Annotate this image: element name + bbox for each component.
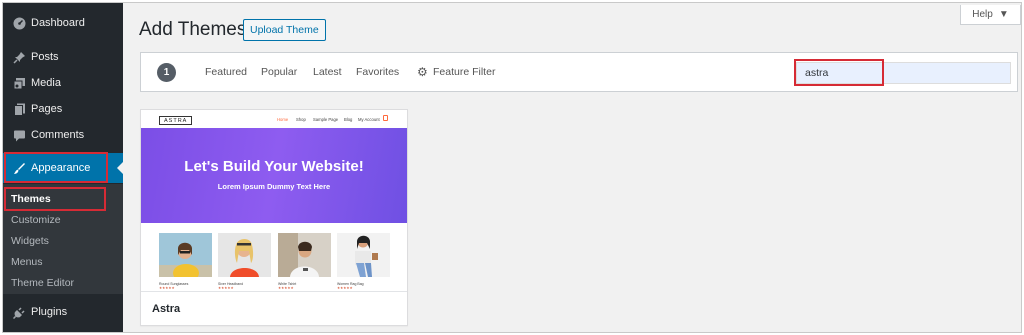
sidebar-item-pages[interactable]: Pages (3, 96, 123, 122)
preview-product-rating: ★★★★★ (159, 286, 175, 290)
sidebar-item-plugins[interactable]: Plugins (3, 299, 123, 325)
preview-product-rating: ★★★★★ (218, 286, 234, 290)
tab-popular[interactable]: Popular (261, 66, 297, 78)
caret-down-icon: ▼ (998, 9, 1009, 20)
preview-product-image (278, 233, 331, 277)
preview-hero-subtitle: Lorem Ipsum Dummy Text Here (217, 182, 331, 191)
preview-product-image (337, 233, 390, 277)
preview-product-image (159, 233, 212, 282)
app-window: Dashboard Posts Media Pages Comments App… (2, 2, 1022, 333)
highlight-search (794, 59, 884, 86)
preview-nav-link: Home (277, 117, 289, 122)
preview-product-rating: ★★★★★ (278, 286, 294, 290)
sidebar-item-label: Comments (31, 129, 85, 141)
theme-count-badge: 1 (157, 63, 176, 82)
preview-nav-link: Blog (344, 117, 353, 122)
sidebar-item-label: Media (31, 77, 61, 89)
sidebar-item-label: Pages (31, 103, 63, 115)
sidebar-item-label: Dashboard (31, 17, 85, 29)
media-icon (9, 76, 29, 90)
highlight-themes (4, 187, 106, 211)
upload-theme-button[interactable]: Upload Theme (243, 19, 326, 41)
theme-screenshot[interactable]: ASTRA Home Shop Sample Page Blog My Acco… (141, 110, 407, 291)
sidebar-item-media[interactable]: Media (3, 70, 123, 96)
comment-icon (9, 128, 29, 142)
cart-icon (383, 115, 388, 121)
theme-filter-bar: 1 Featured Popular Latest Favorites ⚙ Fe… (140, 52, 1018, 92)
feature-filter-button[interactable]: Feature Filter (433, 66, 495, 78)
preview-hero: Let's Build Your Website! Lorem Ipsum Du… (141, 128, 407, 223)
preview-navbar: ASTRA Home Shop Sample Page Blog My Acco… (141, 110, 407, 128)
help-label: Help (972, 9, 993, 20)
submenu-item-customize[interactable]: Customize (3, 210, 123, 230)
gear-icon: ⚙ (417, 65, 428, 79)
help-button[interactable]: Help ▼ (960, 5, 1021, 25)
pages-icon (9, 102, 29, 116)
admin-sidebar: Dashboard Posts Media Pages Comments App… (3, 3, 124, 332)
submenu-item-menus[interactable]: Menus (3, 252, 123, 272)
page-title: Add Themes (139, 19, 247, 40)
tab-featured[interactable]: Featured (205, 66, 247, 78)
sidebar-item-label: Plugins (31, 306, 68, 318)
preview-logo: ASTRA (159, 116, 193, 125)
current-menu-arrow (117, 161, 124, 175)
pin-icon (9, 50, 29, 64)
preview-nav-link: Shop (296, 117, 306, 122)
preview-nav-link: My Account (358, 117, 380, 122)
tab-latest[interactable]: Latest (313, 66, 342, 78)
sidebar-item-dashboard[interactable]: Dashboard (3, 10, 123, 36)
preview-nav-link: Sample Page (313, 117, 339, 122)
tab-favorites[interactable]: Favorites (356, 66, 399, 78)
preview-hero-title: Let's Build Your Website! (184, 158, 364, 175)
preview-product-rating: ★★★★★ (337, 286, 353, 290)
theme-card-astra[interactable]: ASTRA Home Shop Sample Page Blog My Acco… (140, 109, 408, 326)
submenu-item-theme-editor[interactable]: Theme Editor (3, 273, 123, 293)
dashboard-icon (9, 16, 29, 30)
sidebar-item-comments[interactable]: Comments (3, 122, 123, 148)
sidebar-item-posts[interactable]: Posts (3, 44, 123, 70)
theme-card-footer: Astra (141, 291, 407, 325)
preview-product-image (218, 233, 271, 277)
theme-name[interactable]: Astra (152, 303, 180, 315)
sidebar-item-label: Posts (31, 51, 59, 63)
highlight-appearance (4, 152, 108, 183)
plug-icon (9, 305, 29, 319)
submenu-item-widgets[interactable]: Widgets (3, 231, 123, 251)
